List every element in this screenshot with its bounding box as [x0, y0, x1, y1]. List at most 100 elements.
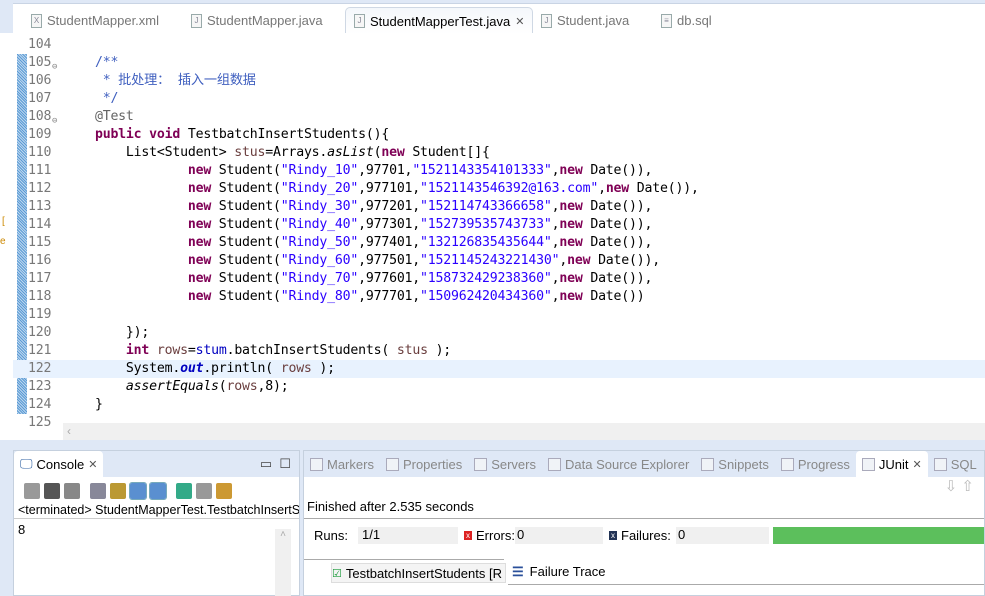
- remove-launch-icon[interactable]: [44, 483, 60, 499]
- code-token: "Rindy_60": [280, 253, 359, 268]
- minimize-icon[interactable]: ▭: [260, 456, 272, 471]
- code-line[interactable]: 109 public void TestbatchInsertStudents(…: [13, 126, 985, 144]
- code-line[interactable]: 121 int rows=stum.batchInsertStudents( s…: [13, 342, 985, 360]
- code-line[interactable]: 117 new Student("Rindy_70",977601,"15873…: [13, 270, 985, 288]
- editor-tab[interactable]: J Student.java: [533, 7, 637, 34]
- code-line[interactable]: 124 }: [13, 396, 985, 414]
- line-number: 105: [28, 55, 52, 70]
- code-token: "152739535743733": [420, 217, 552, 232]
- close-icon[interactable]: ✕: [913, 458, 922, 471]
- tab-junit[interactable]: JUnit ✕: [855, 451, 928, 477]
- show-on-stderr-icon[interactable]: [149, 482, 167, 500]
- line-number: 125: [28, 415, 52, 430]
- code-line[interactable]: 105 ⊖ /**: [13, 54, 985, 72]
- terminate-icon[interactable]: [24, 483, 40, 499]
- code-token: Date()),: [582, 271, 653, 286]
- scroll-lock-icon[interactable]: [110, 483, 126, 499]
- tab-console[interactable]: 🖵 Console ✕: [14, 451, 104, 477]
- code-line[interactable]: 122 System.out.println( rows );: [13, 360, 985, 378]
- code-line[interactable]: 114 new Student("Rindy_40",977301,"15273…: [13, 216, 985, 234]
- editor-tab[interactable]: J StudentMapperTest.java ✕: [345, 7, 534, 34]
- code-token: Date()),: [629, 181, 699, 196]
- test-tree-item[interactable]: ☑ TestbatchInsertStudents [R: [331, 563, 506, 583]
- servers-icon: [474, 457, 488, 471]
- code-token: "Rindy_20": [280, 181, 359, 196]
- tab-data-source-explorer[interactable]: Data Source Explorer: [542, 451, 695, 477]
- previous-failure-icon[interactable]: ⇧: [961, 478, 974, 495]
- code-line[interactable]: 120 });: [13, 324, 985, 342]
- tab-servers[interactable]: Servers: [468, 451, 542, 477]
- code-token: ,977701,: [358, 289, 421, 304]
- code-token: "1521145243221430": [420, 253, 560, 268]
- code-token: new: [187, 271, 212, 286]
- close-icon[interactable]: ✕: [88, 458, 97, 471]
- code-line[interactable]: 119: [13, 306, 985, 324]
- code-line[interactable]: 108 ⊖ @Test: [13, 108, 985, 126]
- code-line[interactable]: 112 new Student("Rindy_20",977101,"15211…: [13, 180, 985, 198]
- close-icon[interactable]: ✕: [515, 15, 524, 28]
- clear-icon[interactable]: [90, 483, 106, 499]
- console-icon: 🖵: [20, 456, 33, 471]
- line-number: 116: [28, 253, 52, 268]
- code-line[interactable]: 118 new Student("Rindy_80",977701,"15096…: [13, 288, 985, 306]
- code-line[interactable]: 106 * 批处理： 插入一组数据: [13, 72, 985, 90]
- code-token: );: [311, 361, 335, 376]
- tab-sql[interactable]: SQL: [928, 451, 983, 477]
- line-number: 115: [28, 235, 52, 250]
- code-token: new: [381, 145, 405, 160]
- code-line[interactable]: 110 List<Student> stus=Arrays.asList(new…: [13, 144, 985, 162]
- code-token: new: [187, 181, 212, 196]
- code-token: Student(: [211, 163, 281, 178]
- tab-properties[interactable]: Properties: [380, 451, 468, 477]
- code-token: ,977201,: [358, 199, 421, 214]
- code-line[interactable]: 104: [13, 36, 985, 54]
- code-text: }: [64, 396, 103, 414]
- failure-trace-header: ☰ Failure Trace: [508, 559, 984, 585]
- code-editor[interactable]: 104 105 ⊖ /** 106 * 批处理： 插入一组数据 107 */108 ⊖ @…: [13, 33, 985, 440]
- code-token: }: [64, 397, 103, 412]
- line-number: 107: [28, 91, 52, 106]
- code-token: Student(: [211, 199, 281, 214]
- code-line[interactable]: 115 new Student("Rindy_50",977401,"13212…: [13, 234, 985, 252]
- vertical-scrollbar[interactable]: ˄: [275, 529, 291, 596]
- horizontal-scrollbar[interactable]: ‹: [63, 423, 985, 440]
- progress-fill: [773, 526, 984, 544]
- code-token: new: [187, 289, 212, 304]
- new-console-icon[interactable]: [216, 483, 232, 499]
- code-token: ,: [559, 253, 568, 268]
- code-token: "150962420434360": [420, 289, 552, 304]
- code-token: "158732429238360": [420, 271, 552, 286]
- code-line[interactable]: 107 */: [13, 90, 985, 108]
- code-token: Student(: [211, 253, 281, 268]
- editor-tab[interactable]: X StudentMapper.xml: [23, 7, 167, 34]
- code-line[interactable]: 116 new Student("Rindy_60",977501,"15211…: [13, 252, 985, 270]
- code-token: /**: [94, 55, 119, 70]
- tab-snippets[interactable]: Snippets: [695, 451, 775, 477]
- show-on-stdout-icon[interactable]: [129, 482, 147, 500]
- code-line[interactable]: 113 new Student("Rindy_30",977201,"15211…: [13, 198, 985, 216]
- display-console-icon[interactable]: [196, 483, 212, 499]
- code-line[interactable]: 123 assertEquals(rows,8);: [13, 378, 985, 396]
- code-line[interactable]: 111 new Student("Rindy_10",97701,"152114…: [13, 162, 985, 180]
- maximize-icon[interactable]: ☐: [279, 456, 291, 471]
- code-token: "Rindy_40": [280, 217, 359, 232]
- code-token: new: [187, 163, 212, 178]
- code-token: new: [187, 235, 212, 250]
- next-failure-icon[interactable]: ⇩: [945, 478, 958, 495]
- editor-tab[interactable]: J StudentMapper.java: [183, 7, 331, 34]
- sql-icon: [933, 457, 947, 471]
- code-token: new: [559, 289, 583, 304]
- pin-icon[interactable]: [176, 483, 192, 499]
- tab-markers[interactable]: Markers: [304, 451, 380, 477]
- tab-progress[interactable]: Progress: [775, 451, 856, 477]
- editor-tab[interactable]: ≡ db.sql: [653, 7, 720, 34]
- remove-all-icon[interactable]: [64, 483, 80, 499]
